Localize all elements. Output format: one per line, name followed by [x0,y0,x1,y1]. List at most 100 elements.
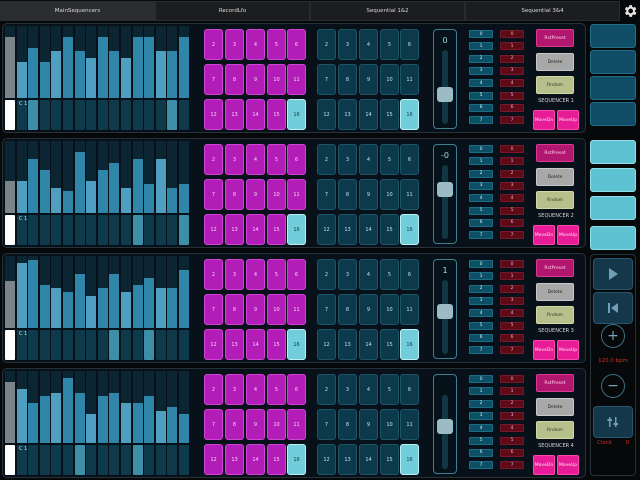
gear-icon[interactable] [621,2,639,20]
step-pad[interactable]: 13 [225,444,244,475]
value-bar[interactable] [155,288,166,328]
step-toggle[interactable] [179,100,189,130]
sequence-pad[interactable]: 5 [380,374,399,405]
sequence-pad[interactable]: 2 [317,374,336,405]
step-pad[interactable]: 8 [225,179,244,210]
step-toggle[interactable] [121,330,131,360]
sequence-pad[interactable]: 14 [359,444,378,475]
value-bar[interactable] [86,414,97,443]
value-bar[interactable] [155,51,166,98]
sequence-pad[interactable]: 4 [359,29,378,60]
step-pad[interactable]: 8 [225,409,244,440]
step-pad[interactable]: 15 [267,214,286,245]
note-button[interactable]: 1 [469,42,493,51]
value-bar[interactable] [109,162,120,213]
octave-button[interactable]: 3 [500,296,524,305]
note-button[interactable]: 4 [469,309,493,318]
step-toggle[interactable] [63,100,73,130]
value-bar[interactable] [63,191,73,213]
octave-button[interactable]: 6 [500,218,524,227]
sequence-pad[interactable]: 2 [317,29,336,60]
step-toggle[interactable] [167,215,178,245]
step-pad[interactable]: 11 [287,179,306,210]
value-bar[interactable] [51,51,62,98]
step-pad[interactable]: 2 [204,144,223,175]
step-toggle[interactable] [121,215,131,245]
value-bar[interactable] [179,414,189,443]
step-pad[interactable]: 3 [225,144,244,175]
note-button[interactable]: 3 [469,181,493,190]
octave-button[interactable]: 4 [500,424,524,433]
move-down-button[interactable]: MoveDn [533,110,555,130]
step-toggle[interactable] [97,100,108,130]
note-button[interactable]: 6 [469,218,493,227]
value-bar[interactable] [97,288,108,328]
step-pad[interactable]: 3 [225,29,244,60]
value-bar[interactable] [5,36,15,98]
random-button[interactable]: Rndom [536,306,574,324]
sequence-pad[interactable]: 8 [338,294,357,325]
move-up-button[interactable]: MoveUp [557,340,579,360]
step-toggle[interactable] [86,445,97,475]
sequence-pad[interactable]: 4 [359,144,378,175]
value-bar[interactable] [109,274,120,328]
octave-button[interactable]: 5 [500,206,524,215]
value-bar[interactable] [5,381,15,443]
step-pad[interactable]: 14 [246,444,265,475]
sequence-pad[interactable]: 4 [359,374,378,405]
step-toggle[interactable] [39,445,50,475]
step-toggle[interactable] [51,445,62,475]
octave-button[interactable]: 4 [500,309,524,318]
sequence-pad[interactable]: 13 [338,99,357,130]
sequence-pad[interactable]: 11 [400,179,419,210]
step-toggle[interactable] [97,445,108,475]
step-pad[interactable]: 13 [225,329,244,360]
step-pad[interactable]: 11 [287,409,306,440]
step-pad[interactable]: 16 [287,99,306,130]
sequence-pad[interactable]: 8 [338,179,357,210]
step-toggle[interactable] [86,100,97,130]
step-toggle[interactable] [121,100,131,130]
sequence-pad[interactable]: 5 [380,259,399,290]
note-button[interactable]: 3 [469,66,493,75]
sequence-pad[interactable]: 12 [317,99,336,130]
sequence-pad[interactable]: 13 [338,214,357,245]
step-pad[interactable]: 13 [225,214,244,245]
tab-1[interactable]: MainSequencers [0,1,155,21]
step-pad[interactable]: 6 [287,144,306,175]
value-bar[interactable] [63,378,73,443]
step-pad[interactable]: 6 [287,259,306,290]
step-toggle[interactable] [28,100,39,130]
level-fader[interactable]: 0 [433,29,457,129]
step-pad[interactable]: 5 [267,29,286,60]
step-pad[interactable]: 4 [246,259,265,290]
value-bar[interactable] [51,288,62,328]
value-bar[interactable] [51,187,62,213]
step-toggle[interactable] [132,445,143,475]
octave-button[interactable]: 4 [500,194,524,203]
sequence-pad[interactable]: 3 [338,374,357,405]
step-pad[interactable]: 8 [225,294,244,325]
sequence-pad[interactable]: 15 [380,99,399,130]
sequence-pad[interactable]: 3 [338,259,357,290]
note-button[interactable]: 2 [469,284,493,293]
value-bar[interactable] [121,58,131,98]
value-bar[interactable] [121,292,131,328]
step-toggle[interactable] [63,330,73,360]
octave-button[interactable]: 6 [500,333,524,342]
step-toggle[interactable] [5,100,15,130]
note-button[interactable]: 0 [469,30,493,38]
octave-button[interactable]: 6 [500,103,524,112]
octave-button[interactable]: 0 [500,30,524,38]
step-pad[interactable]: 9 [246,294,265,325]
sequence-pad[interactable]: 4 [359,259,378,290]
value-bar[interactable] [63,292,73,328]
step-toggle[interactable] [39,330,50,360]
step-pad[interactable]: 15 [267,329,286,360]
step-pad[interactable]: 16 [287,329,306,360]
move-down-button[interactable]: MoveDn [533,225,555,245]
value-bar[interactable] [144,184,155,213]
sequence-pad[interactable]: 15 [380,329,399,360]
value-bar[interactable] [121,187,131,213]
sequence-pad[interactable]: 2 [317,144,336,175]
